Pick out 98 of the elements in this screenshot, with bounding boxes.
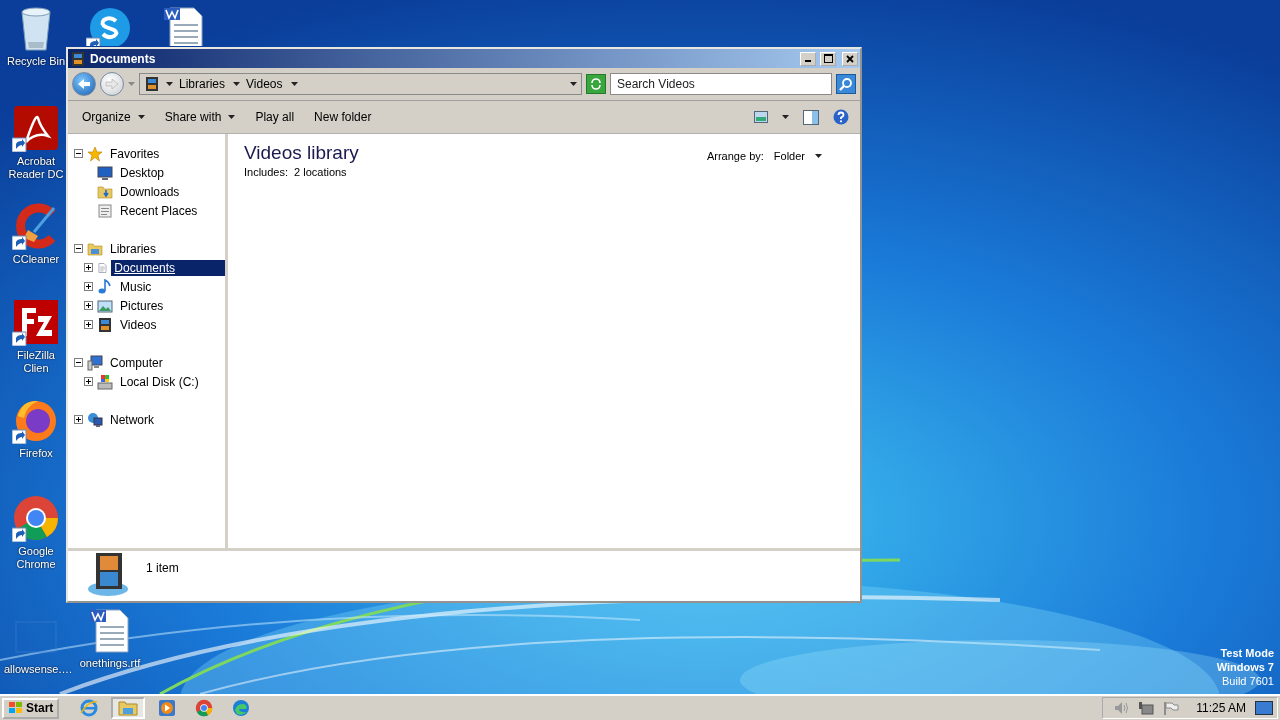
arrange-label: Arrange by: [706,150,764,162]
expand-icon[interactable] [84,377,93,386]
browser-icon [80,699,99,717]
breadcrumb-item[interactable]: Libraries [179,77,226,91]
icon-label[interactable]: FileZilla Clien [4,349,68,375]
nav-item[interactable]: Network [107,411,157,428]
nav-item[interactable]: Local Disk (C:) [117,373,202,390]
star-icon [87,145,103,162]
icon-label[interactable]: CCleaner [4,253,68,266]
expand-icon[interactable] [84,263,93,272]
icon-label[interactable]: Google Chrome [4,545,68,571]
includes-label: Includes: [244,166,289,178]
expand-icon[interactable] [84,282,93,291]
clock[interactable]: 11:25 AM [1196,701,1246,715]
pdf-app-icon[interactable] [12,104,60,152]
search-field[interactable]: Search Videos [610,73,832,95]
nav-item[interactable]: Desktop [117,164,168,181]
maximize-button[interactable] [820,51,836,66]
recent-places-icon [97,202,113,219]
flag-icon[interactable] [1163,701,1180,715]
start-button[interactable]: Start [2,697,60,719]
network-icon[interactable] [1138,701,1155,715]
nav-item[interactable]: Libraries [107,240,160,257]
nav-item[interactable]: Recent Places [117,202,201,219]
film-icon [70,50,86,67]
windows-logo-icon [8,701,24,715]
media-player-icon [158,699,177,717]
refresh-button[interactable] [586,74,606,94]
library-title: Videos library [244,142,359,164]
breadcrumb-arrow-icon [233,82,241,86]
browser-icon [195,699,214,717]
collapse-icon[interactable] [74,149,83,158]
search-button[interactable] [836,74,856,94]
forward-arrow-icon [105,78,119,90]
film-icon [144,76,160,92]
toolbar-button[interactable]: Share with [156,106,244,128]
refresh-icon [590,78,602,90]
expand-icon[interactable] [84,320,93,329]
arrange-dropdown[interactable]: Folder [771,148,824,164]
item-count: 1 item [146,561,179,575]
nav-item[interactable]: Videos [117,316,160,333]
music-note-icon [97,278,113,295]
collapse-icon[interactable] [74,358,83,367]
minimize-icon [805,60,811,62]
caret-icon [228,115,236,119]
breadcrumb-arrow-icon [290,82,298,86]
browser-icon[interactable] [12,494,60,542]
help-icon [833,109,849,125]
window-title: Documents [90,51,157,66]
icon-label[interactable]: Recycle Bin [4,55,68,68]
nav-item[interactable]: Pictures [117,297,167,314]
caret-icon [137,115,145,119]
watermark-text: Windows 7 [1216,660,1274,674]
toolbar-button[interactable]: Play all [247,106,303,128]
caret-icon [815,154,822,158]
breadcrumb-arrow-icon [166,82,173,86]
monitor-icon [97,164,113,181]
app-icon[interactable] [12,298,60,346]
nav-item[interactable]: Downloads [117,183,183,200]
caret-icon [782,115,789,119]
collapse-icon[interactable] [74,244,83,253]
nav-item[interactable]: Favorites [107,145,163,162]
close-icon [846,54,854,63]
folder-icon [118,699,139,717]
nav-item[interactable]: Computer [107,354,166,371]
browser-icon [232,699,251,717]
search-icon [839,77,853,91]
watermark-text: Build 7601 [1222,674,1274,688]
nav-item[interactable]: Music [117,278,155,295]
close-button[interactable] [842,51,858,66]
maximize-icon [823,54,833,63]
show-desktop-icon[interactable] [1255,701,1273,715]
disk-drive-icon [97,373,113,390]
watermark-text: Test Mode [1220,646,1274,660]
history-caret-icon [128,82,135,86]
folder-icon [97,183,113,200]
back-arrow-icon [77,78,91,90]
address-dropdown-icon [570,82,577,86]
film-icon [97,316,113,333]
nav-item[interactable]: Documents [111,259,225,276]
picture-icon [97,297,113,314]
network-icon [87,411,103,428]
toolbar-button[interactable]: Organize [74,106,153,128]
library-icon [87,240,103,257]
back-button[interactable] [72,72,96,96]
locations-link[interactable]: 2 locations [294,166,347,178]
taskbar-button[interactable] [111,697,146,719]
forward-button[interactable] [100,72,124,96]
icon-label[interactable]: Acrobat Reader DC [4,155,68,181]
expand-icon[interactable] [84,301,93,310]
minimize-button[interactable] [800,51,816,66]
toolbar-button[interactable]: New folder [306,106,380,128]
icon-label[interactable]: onethings.rtf [78,657,142,670]
breadcrumb-item[interactable]: Videos [246,77,283,91]
expand-icon[interactable] [74,415,83,424]
address-field[interactable]: Libraries Videos [139,73,582,95]
icon-label[interactable]: Firefox [4,447,68,460]
computer-icon [87,354,103,371]
